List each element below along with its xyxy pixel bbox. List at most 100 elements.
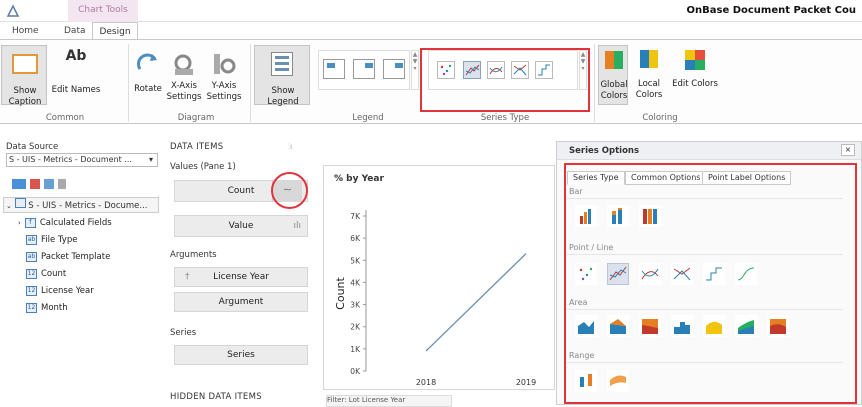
data-source-label: Data Source xyxy=(6,142,58,152)
argument-placeholder[interactable]: Argument xyxy=(174,292,308,312)
value-placeholder-label: Value xyxy=(229,221,254,231)
field-calculated[interactable]: › f Calculated Fields xyxy=(18,218,112,228)
local-colors-button[interactable]: Local Colors xyxy=(632,45,666,101)
chart-pane[interactable]: % by Year 0K1K2K3K4K5K6K7K20182019Count xyxy=(323,165,555,390)
number-field-icon: 12 xyxy=(26,303,37,313)
x-axis-gear-icon xyxy=(171,51,197,77)
filter-pane[interactable]: Filter: Lot License Year xyxy=(326,395,452,407)
group-label-legend: Legend xyxy=(318,113,418,123)
show-caption-button[interactable]: Show Caption xyxy=(1,45,47,105)
chart-svg: 0K1K2K3K4K5K6K7K20182019Count xyxy=(324,166,556,391)
y-tick-label: 3K xyxy=(350,301,361,310)
show-legend-label: Show Legend xyxy=(255,86,311,108)
value-placeholder[interactable]: Value ılı xyxy=(174,215,308,237)
app-logo-icon xyxy=(6,4,20,21)
x-tick-label: 2019 xyxy=(516,378,536,387)
ribbon: Show Caption Ab Edit Names Common Rotate… xyxy=(0,39,862,124)
tab-home[interactable]: Home xyxy=(12,26,39,36)
y-axis-label-1: Y-Axis xyxy=(206,81,242,92)
tree-root-label: S - UIS - Metrics - Docume... xyxy=(28,201,147,211)
argument-item-license-year[interactable]: † License Year xyxy=(174,267,308,287)
series-label: Series xyxy=(170,328,196,338)
text-field-icon: ab xyxy=(26,235,37,245)
highlight-series-type-tab xyxy=(564,163,857,404)
dropdown-arrow-icon[interactable]: ▾ xyxy=(149,154,153,166)
dialog-close-button[interactable]: × xyxy=(841,144,855,156)
y-tick-label: 4K xyxy=(350,278,361,287)
field-file-type[interactable]: ab File Type xyxy=(26,235,77,245)
text-field-icon: ab xyxy=(26,252,37,262)
y-tick-label: 6K xyxy=(350,234,361,243)
data-source-value: S - UIS - Metrics - Document ... xyxy=(9,155,132,164)
field-month[interactable]: 12 Month xyxy=(26,303,68,313)
sort-icon[interactable] xyxy=(30,179,40,189)
field-count[interactable]: 12Count xyxy=(26,269,66,279)
series-options-dialog: Series Options × Series Type Common Opti… xyxy=(556,141,862,405)
app-title: OnBase Document Packet Cou xyxy=(687,5,857,16)
data-source-panel: Data Source S - UIS - Metrics - Document… xyxy=(0,136,160,405)
argument-item-label: License Year xyxy=(213,272,269,282)
legend-layout-icon[interactable] xyxy=(383,59,405,79)
field-packet-template[interactable]: abPacket Template xyxy=(26,252,110,262)
field-license-year[interactable]: 12License Year xyxy=(26,286,94,296)
value-item-label: Count xyxy=(228,186,255,196)
chart-options-icon[interactable]: ⫶ı xyxy=(288,142,292,152)
group-label-coloring: Coloring xyxy=(630,113,690,123)
group-separator xyxy=(594,44,595,122)
series-line xyxy=(426,254,526,351)
show-legend-button[interactable]: Show Legend xyxy=(254,45,310,105)
field-label: File Type xyxy=(41,235,77,245)
dialog-title: Series Options xyxy=(569,146,639,156)
legend-position-gallery[interactable] xyxy=(318,50,410,90)
ribbon-tabs: Home Data Design xyxy=(0,22,862,40)
caption-icon xyxy=(12,54,38,74)
filter-pane-label: Filter: Lot License Year xyxy=(327,396,405,404)
rotate-button[interactable]: Rotate xyxy=(132,45,164,95)
field-label: Count xyxy=(41,269,66,279)
context-tab-chart-tools[interactable]: Chart Tools xyxy=(68,0,138,22)
x-axis-label-2: Settings xyxy=(166,92,202,103)
tree-root[interactable]: ⌄ S - UIS - Metrics - Docume... xyxy=(3,197,159,213)
data-source-select[interactable]: S - UIS - Metrics - Document ... ▾ xyxy=(6,153,158,167)
sort-desc-icon[interactable] xyxy=(44,179,54,189)
highlight-circle xyxy=(271,172,308,209)
rotate-label: Rotate xyxy=(132,84,164,95)
legend-layout-icon[interactable] xyxy=(353,59,375,79)
global-colors-label-2: Colors xyxy=(599,91,629,102)
edit-names-button[interactable]: Ab Edit Names xyxy=(50,45,102,105)
collapse-icon[interactable]: ⌄ xyxy=(6,202,12,210)
field-label: Month xyxy=(41,303,68,313)
panel-toolbar xyxy=(12,177,62,191)
legend-layout-icon[interactable] xyxy=(323,59,345,79)
y-tick-label: 5K xyxy=(350,256,361,265)
y-axis-label-2: Settings xyxy=(206,92,242,103)
global-colors-icon xyxy=(605,51,623,69)
edit-names-icon: Ab xyxy=(63,51,89,73)
x-axis-settings-button[interactable]: X-Axis Settings xyxy=(166,45,202,103)
series-placeholder[interactable]: Series xyxy=(174,345,308,365)
datasource-icon xyxy=(15,198,26,208)
local-colors-icon xyxy=(640,50,658,68)
y-tick-label: 0K xyxy=(350,367,361,376)
argument-placeholder-label: Argument xyxy=(219,297,264,307)
edit-colors-label: Edit Colors xyxy=(670,79,720,90)
rotate-icon xyxy=(135,51,161,77)
expand-icon[interactable]: › xyxy=(18,219,21,227)
local-colors-label-1: Local xyxy=(632,79,666,90)
y-axis-settings-button[interactable]: Y-Axis Settings xyxy=(206,45,242,103)
calculated-fields-icon: f xyxy=(25,218,36,228)
tab-data[interactable]: Data xyxy=(64,26,86,36)
grid-view-icon[interactable] xyxy=(12,179,26,189)
filter-icon[interactable] xyxy=(58,179,66,189)
y-tick-label: 2K xyxy=(350,323,361,332)
local-colors-label-2: Colors xyxy=(632,90,666,101)
global-colors-button[interactable]: Global Colors xyxy=(598,45,628,105)
field-label: Calculated Fields xyxy=(40,218,112,228)
group-separator xyxy=(128,44,129,122)
gallery-scroll[interactable]: ▲▼▾ xyxy=(411,50,419,90)
sort-dagger-icon: † xyxy=(185,268,190,286)
data-items-heading: DATA ITEMS xyxy=(170,142,223,152)
edit-colors-button[interactable]: Edit Colors xyxy=(670,45,720,90)
y-tick-label: 7K xyxy=(350,212,361,221)
bar-chart-icon: ılı xyxy=(293,216,301,236)
